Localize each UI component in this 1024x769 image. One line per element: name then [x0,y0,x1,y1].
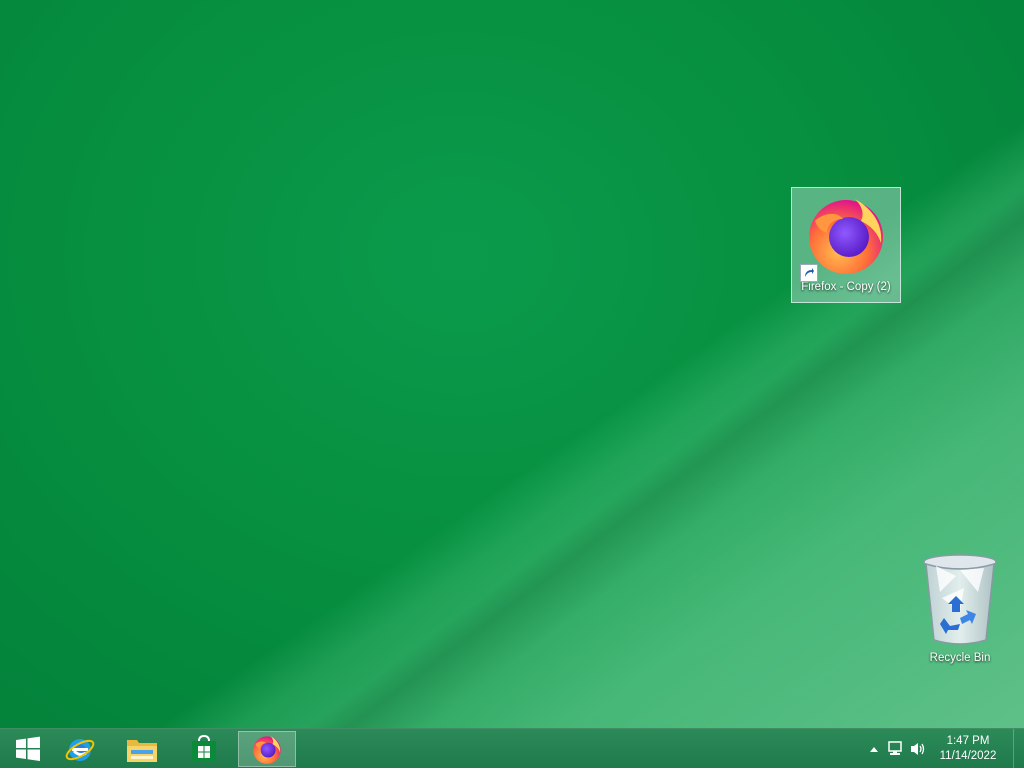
windows-logo-icon [16,736,40,761]
start-button[interactable] [0,731,56,767]
taskbar-internet-explorer[interactable] [52,731,108,767]
desktop-icon-firefox-copy[interactable]: Firefox - Copy (2) [791,187,901,303]
desktop-icon-label: Recycle Bin [929,652,991,664]
firefox-icon [253,735,281,764]
desktop-background[interactable]: Firefox - Copy (2) Recycle Bin [0,0,1024,728]
desktop-icon-label: Firefox - Copy (2) [801,281,891,293]
taskbar-store[interactable] [176,731,232,767]
volume-icon[interactable] [907,738,929,760]
internet-explorer-icon [65,739,95,761]
system-tray: 1:47 PM 11/14/2022 [863,729,1024,769]
recycle-bin-icon [923,554,997,645]
store-icon [192,735,216,761]
taskbar-file-explorer[interactable] [114,731,170,767]
file-explorer-icon [127,740,157,762]
network-icon[interactable] [885,738,907,760]
taskbar-firefox[interactable] [238,731,296,767]
taskbar: 1:47 PM 11/14/2022 [0,728,1024,769]
clock-time: 1:47 PM [946,735,990,747]
taskbar-clock[interactable]: 1:47 PM 11/14/2022 [929,734,1007,764]
wallpaper-shadow [0,0,1024,728]
shortcut-arrow-icon [800,264,818,282]
show-desktop-button[interactable] [1013,729,1024,769]
chevron-up-icon[interactable] [863,738,885,760]
desktop-icon-recycle-bin[interactable]: Recycle Bin [920,552,1000,670]
clock-date: 11/14/2022 [939,750,997,762]
